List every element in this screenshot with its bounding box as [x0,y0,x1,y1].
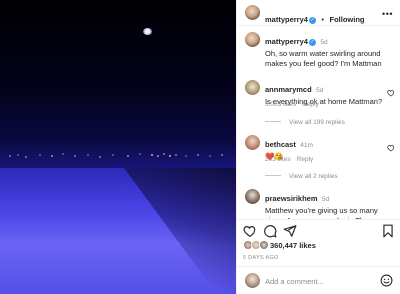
header-username[interactable]: mattyperry4 [265,15,308,24]
comment-username[interactable]: praewsirikhem [265,194,318,203]
avatar[interactable] [245,80,260,95]
reply-button[interactable]: Reply [297,156,314,163]
caption-age: 5d [320,39,328,46]
comment-likes[interactable]: 203 likes [265,156,291,163]
avatar[interactable] [245,135,260,150]
post-timestamp[interactable]: 5 DAYS AGO [243,255,279,261]
post-side-panel: mattyperry4 ✓ • Following ••• mattyperry4… [236,0,400,294]
verified-badge-icon: ✓ [308,17,316,24]
comment-age: 41m [300,142,313,149]
comment-text: Matthew you're giving us so many signs. … [265,206,378,219]
comment-username[interactable]: bethcast [265,140,296,149]
avatar[interactable] [245,32,260,47]
post-header: mattyperry4 ✓ • Following ••• [237,0,400,26]
add-comment-bar [237,266,400,294]
following-button[interactable]: Following [330,15,365,24]
likes-count[interactable]: 360,447 likes [270,241,316,250]
emoji-icon[interactable] [380,274,393,287]
comment-age: 5d [321,196,330,203]
comment-age: 5d [316,87,324,94]
caption-text: Oh, so warm water swirling around makes … [265,49,382,68]
post-photo[interactable] [0,0,236,294]
like-comment-heart-icon[interactable] [387,144,395,152]
comment-icon[interactable] [263,224,277,238]
comment-item: praewsirikhem 5d Matthew you're giving u… [237,187,400,219]
avatar [259,240,269,250]
moon [143,28,152,35]
city-lights [9,153,223,158]
heart-icon[interactable] [243,224,257,238]
more-options-icon[interactable]: ••• [382,9,393,19]
reply-button[interactable]: Reply [302,101,319,108]
verified-badge-icon: ✓ [308,39,316,46]
like-comment-heart-icon[interactable] [387,89,395,97]
comment-username[interactable]: annmarymcd [265,85,312,94]
avatar[interactable] [245,189,260,204]
share-icon[interactable] [283,224,297,238]
comment-input[interactable] [265,275,375,287]
caption-username[interactable]: mattyperry4 [265,37,308,46]
avatar [245,273,260,288]
comment-likes[interactable]: 3,003 likes [265,101,296,108]
avatar[interactable] [245,5,260,20]
view-replies-button[interactable]: View all 199 replies [265,119,345,126]
view-replies-button[interactable]: View all 2 replies [265,173,338,180]
bookmark-icon[interactable] [381,224,395,238]
